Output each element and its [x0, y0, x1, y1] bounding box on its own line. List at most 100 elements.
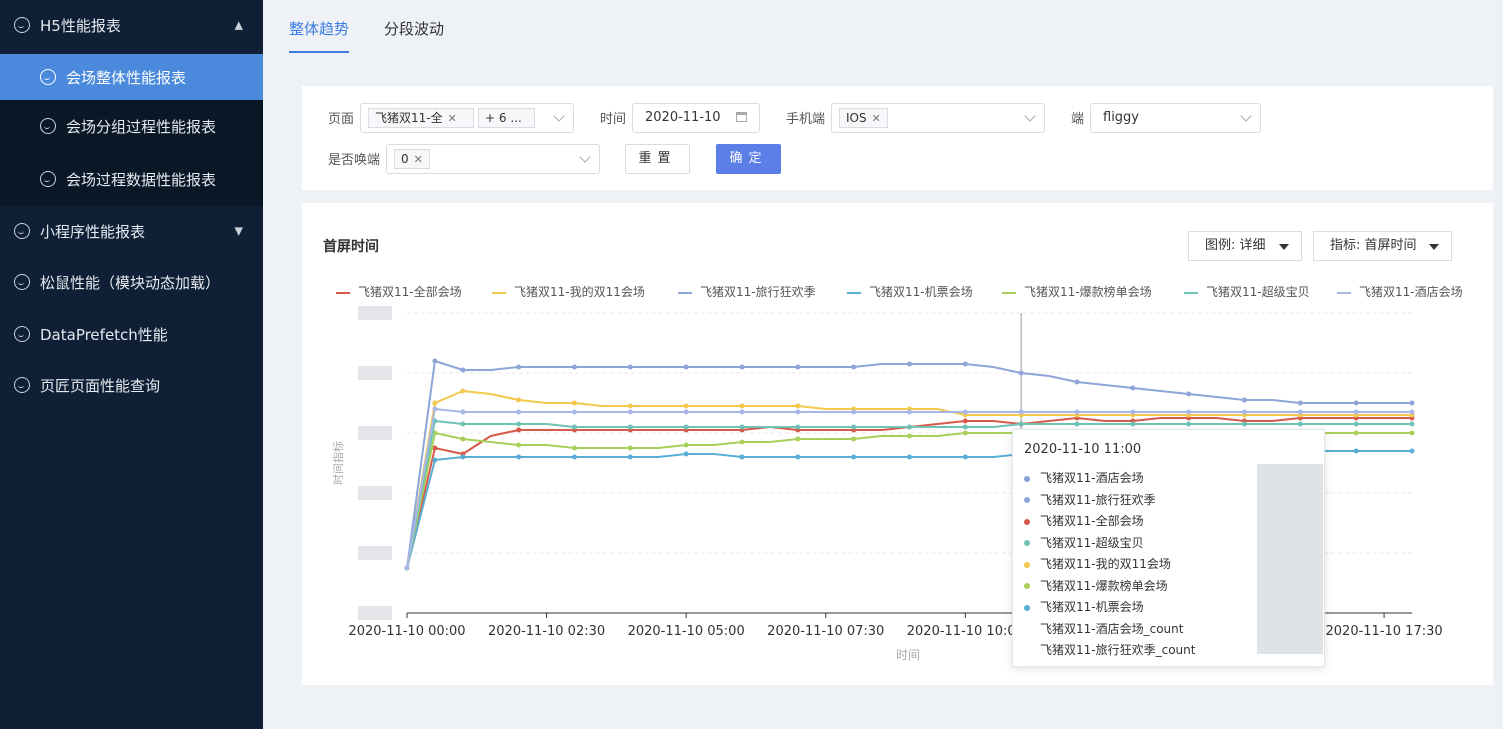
y-tick-label-blurred	[358, 426, 392, 440]
x-tick-label: 2020-11-10 00:00	[348, 624, 465, 639]
series-dot	[1024, 604, 1030, 611]
sidebar-item-miniprogram[interactable]: 小程序性能报表 ▼	[0, 208, 263, 254]
series-dot	[1024, 648, 1030, 654]
x-tick-label: 2020-11-10 02:30	[488, 624, 605, 639]
series-dot	[1024, 540, 1030, 546]
data-point	[795, 409, 801, 415]
legend-swatch	[492, 291, 506, 294]
data-point	[1297, 421, 1303, 427]
data-point	[962, 409, 968, 415]
caret-down-icon	[1429, 244, 1439, 250]
data-point	[572, 424, 577, 430]
data-point	[404, 565, 410, 571]
data-point	[1186, 409, 1192, 415]
chevron-down-icon: ▼	[234, 224, 243, 238]
close-icon[interactable]: ✕	[448, 112, 457, 125]
data-point	[516, 397, 522, 403]
legend-item[interactable]: 飞猪双11-我的双11会场	[492, 283, 645, 300]
data-point	[460, 436, 466, 442]
data-point	[1409, 409, 1415, 415]
tooltip-row: 飞猪双11-爆款榜单会场	[1024, 577, 1168, 594]
legend-dropdown[interactable]: 图例: 详细	[1188, 231, 1302, 261]
data-point	[516, 442, 522, 448]
tab-segment-fluctuation[interactable]: 分段波动	[384, 18, 444, 51]
page-select[interactable]: 飞猪双11-全 ✕ + 6 ...	[360, 103, 574, 133]
data-point	[962, 418, 968, 424]
smile-icon	[14, 274, 30, 290]
legend-dropdown-label: 图例: 详细	[1205, 238, 1266, 253]
sidebar-item-venue-group[interactable]: 会场分组过程性能报表	[0, 100, 263, 152]
sidebar-item-venue-process[interactable]: 会场过程数据性能报表	[0, 152, 263, 206]
client-select[interactable]: fliggy	[1090, 103, 1261, 133]
tooltip-label: 飞猪双11-超级宝贝	[1040, 535, 1144, 550]
data-point	[1242, 397, 1247, 403]
data-point	[962, 361, 968, 367]
legend-label: 飞猪双11-旅行狂欢季	[700, 285, 816, 299]
y-tick-label-blurred	[358, 306, 392, 320]
data-point	[572, 409, 577, 415]
sidebar-item-dataprefetch[interactable]: DataPrefetch性能	[0, 311, 263, 357]
data-point	[516, 454, 522, 460]
data-point	[572, 364, 577, 370]
legend-item[interactable]: 飞猪双11-超级宝贝	[1184, 283, 1310, 300]
tab-overall-trend[interactable]: 整体趋势	[289, 18, 350, 53]
metric-dropdown[interactable]: 指标: 首屏时间	[1313, 231, 1452, 261]
series-dot	[1024, 497, 1030, 503]
sidebar: H5性能报表 ▲ 会场整体性能报表 会场分组过程性能报表 会场过程数据性能报表 …	[0, 0, 263, 729]
data-point	[851, 364, 857, 370]
sidebar-item-squirrel[interactable]: 松鼠性能（模块动态加载）	[0, 259, 263, 305]
wakeup-select[interactable]: 0 ✕	[386, 144, 600, 174]
data-point	[851, 409, 857, 415]
data-point	[516, 409, 522, 415]
date-picker[interactable]: 2020-11-10	[632, 103, 760, 133]
close-icon[interactable]: ✕	[872, 112, 881, 125]
legend-item[interactable]: 飞猪双11-全部会场	[336, 283, 462, 300]
legend-item[interactable]: 飞猪双11-机票会场	[847, 283, 973, 300]
y-tick-label-blurred	[358, 486, 392, 500]
platform-select[interactable]: IOS ✕	[831, 103, 1045, 133]
data-point	[1074, 421, 1080, 427]
x-tick-label: 2020-11-10 17:30	[1326, 624, 1443, 639]
y-tick-label-blurred	[358, 546, 392, 560]
data-point	[460, 421, 466, 427]
platform-tag[interactable]: IOS ✕	[839, 108, 888, 128]
chevron-down-icon	[1024, 110, 1036, 122]
chevron-down-icon	[579, 151, 591, 163]
data-point	[683, 442, 689, 448]
confirm-button[interactable]: 确定	[716, 144, 781, 174]
tooltip-label: 飞猪双11-我的双11会场	[1040, 557, 1171, 571]
date-value: 2020-11-10	[645, 110, 721, 125]
legend-item[interactable]: 飞猪双11-爆款榜单会场	[1002, 283, 1152, 300]
chevron-up-icon: ▲	[234, 18, 243, 32]
metric-dropdown-label: 指标: 首屏时间	[1330, 238, 1417, 253]
page-tag-more: + 6 ...	[478, 108, 535, 128]
tooltip-row: 飞猪双11-酒店会场	[1024, 469, 1144, 486]
data-point	[739, 403, 745, 409]
time-filter-label: 时间	[600, 112, 627, 127]
data-point	[1409, 400, 1415, 406]
smile-icon	[14, 17, 30, 33]
sidebar-item-h5-report[interactable]: H5性能报表 ▲	[0, 2, 263, 48]
wakeup-tag[interactable]: 0 ✕	[394, 149, 430, 169]
data-point	[460, 388, 466, 394]
sidebar-item-yejiang[interactable]: 页匠页面性能查询	[0, 362, 263, 408]
close-icon[interactable]: ✕	[414, 153, 423, 166]
reset-button[interactable]: 重置	[625, 144, 690, 174]
series-dot	[1024, 626, 1030, 632]
page-tag[interactable]: 飞猪双11-全 ✕	[368, 108, 474, 128]
legend-item[interactable]: 飞猪双11-旅行狂欢季	[678, 283, 816, 300]
data-point	[1018, 421, 1024, 427]
sidebar-item-venue-overall[interactable]: 会场整体性能报表	[0, 54, 263, 100]
sidebar-item-label: DataPrefetch性能	[40, 325, 168, 344]
legend-swatch	[1002, 291, 1016, 294]
legend-item[interactable]: 飞猪双11-酒店会场	[1337, 283, 1463, 300]
sidebar-item-label: 小程序性能报表	[40, 222, 146, 241]
tooltip-label: 飞猪双11-旅行狂欢季	[1040, 492, 1156, 507]
data-point	[627, 364, 633, 370]
tooltip-time: 2020-11-10 11:00	[1024, 442, 1142, 457]
series-dot	[1024, 518, 1030, 525]
x-tick-label: 2020-11-10 05:00	[628, 624, 745, 639]
data-point	[627, 445, 633, 451]
page-filter-label: 页面	[328, 112, 355, 127]
smile-icon	[14, 223, 30, 239]
